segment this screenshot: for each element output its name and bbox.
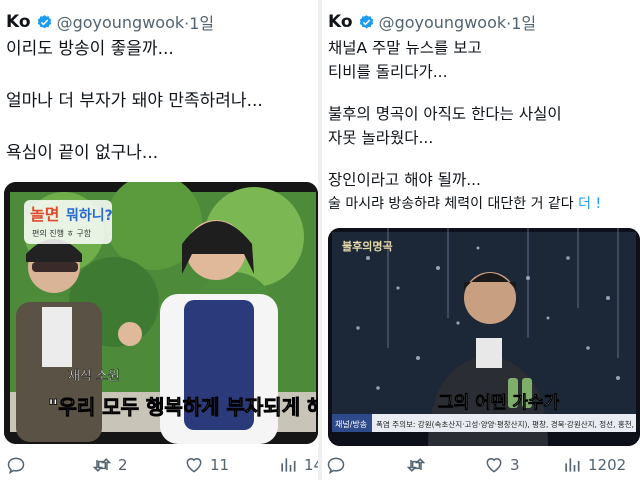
show-logo: 불후의명곡 xyxy=(342,239,393,253)
reply-icon xyxy=(327,457,345,475)
show-logo-mid: 뭐하니? xyxy=(66,207,113,224)
retweet-icon xyxy=(92,458,112,472)
ticker-text: 폭염 주의보: 강원(속초산지·고성·양양·평창산지), 평창, 경북·강원산지… xyxy=(376,419,640,429)
tweet-actions: 3 1202 xyxy=(322,454,640,476)
show-logo-top: 놀면 xyxy=(30,205,59,224)
views-icon xyxy=(565,458,580,472)
retweet-count: 2 xyxy=(118,456,128,474)
tweet-body: 채널A 주말 뉴스를 보고 티비를 돌리다가... 불후의 명곡이 아직도 한다… xyxy=(328,36,638,216)
tv-screen-photo: 불후의명곡 그의 어떤 가수가 채널/방송 폭염 주의보: 강원(속초산지·고성… xyxy=(328,228,640,446)
author-name[interactable]: Ko xyxy=(328,12,353,32)
author-handle[interactable]: @goyoungwook xyxy=(379,13,507,32)
retweet-button[interactable]: 2 xyxy=(92,455,128,475)
tweet-media-image[interactable]: 놀면 뭐하니? 편의 진행 ㅎ 구함 재석 소원 "우리 모두 행복하게 부자되… xyxy=(4,182,318,444)
tweet-time[interactable]: ·1일 xyxy=(184,10,214,34)
caption-small: 재석 소원 xyxy=(68,369,120,384)
tweet-right[interactable]: Ko @goyoungwook ·1일 채널A 주말 뉴스를 보고 티비를 돌리… xyxy=(322,0,640,480)
verified-badge-icon xyxy=(37,14,51,28)
caption-big: "우리 모두 행복하게 부자되게 해 xyxy=(48,395,318,419)
tweet-line: 술 마시랴 방송하랴 체력이 대단한 거 같다 xyxy=(328,196,574,212)
views-button[interactable]: 14 xyxy=(278,455,318,475)
tv-screen-photo: 놀면 뭐하니? 편의 진행 ㅎ 구함 재석 소원 "우리 모두 행복하게 부자되… xyxy=(4,182,318,444)
show-more-link[interactable]: 더 ! xyxy=(578,196,601,212)
retweet-button[interactable] xyxy=(406,455,432,475)
ticker-channel: 채널/방송 xyxy=(335,419,367,429)
tweet-line-last: 술 마시랴 방송하랴 체력이 대단한 거 같다 더 ! xyxy=(328,192,638,216)
caption-big: 그의 어떤 가수가 xyxy=(438,393,560,413)
tweet-line: 이리도 방송이 좋을까... xyxy=(6,39,174,59)
tweet-media-image[interactable]: 불후의명곡 그의 어떤 가수가 채널/방송 폭염 주의보: 강원(속초산지·고성… xyxy=(328,228,640,446)
tweet-line: 채널A 주말 뉴스를 보고 xyxy=(328,39,482,57)
tweet-left[interactable]: Ko @goyoungwook ·1일 이리도 방송이 좋을까... 얼마나 더… xyxy=(0,0,318,480)
reply-icon xyxy=(7,457,25,475)
views-icon xyxy=(281,458,296,472)
like-icon xyxy=(486,458,502,473)
tweet-line: 장인이라고 해야 될까... xyxy=(328,171,481,189)
tweet-line: 얼마나 더 부자가 돼야 만족하려나... xyxy=(6,91,263,111)
tweet-time[interactable]: ·1일 xyxy=(506,10,536,34)
views-button[interactable]: 1202 xyxy=(562,455,626,475)
like-icon xyxy=(186,458,202,473)
reply-button[interactable] xyxy=(6,455,32,475)
show-logo-sub: 편의 진행 ㅎ 구함 xyxy=(32,228,92,238)
like-button[interactable]: 11 xyxy=(184,455,229,475)
views-count: 14 xyxy=(304,456,318,474)
tweet-line: 욕심이 끝이 없구나... xyxy=(6,143,159,163)
tweet-header: Ko @goyoungwook ·1일 xyxy=(6,10,214,34)
views-count: 1202 xyxy=(588,456,627,474)
retweet-icon xyxy=(406,458,426,472)
reply-button[interactable] xyxy=(326,455,352,475)
like-count: 3 xyxy=(510,456,520,474)
tweet-line: 티비를 돌리다가... xyxy=(328,63,448,81)
tweet-body: 이리도 방송이 좋을까... 얼마나 더 부자가 돼야 만족하려나... 욕심이… xyxy=(6,36,316,166)
tweet-line: 자못 놀라웠다... xyxy=(328,129,434,147)
tweet-line: 불후의 명곡이 아직도 한다는 사실이 xyxy=(328,105,562,123)
author-handle[interactable]: @goyoungwook xyxy=(57,13,185,32)
like-button[interactable]: 3 xyxy=(484,455,520,475)
author-name[interactable]: Ko xyxy=(6,12,31,32)
like-count: 11 xyxy=(210,456,230,474)
verified-badge-icon xyxy=(359,14,373,28)
tweet-actions: 2 11 14 xyxy=(0,454,318,476)
tweet-header: Ko @goyoungwook ·1일 xyxy=(328,10,536,34)
